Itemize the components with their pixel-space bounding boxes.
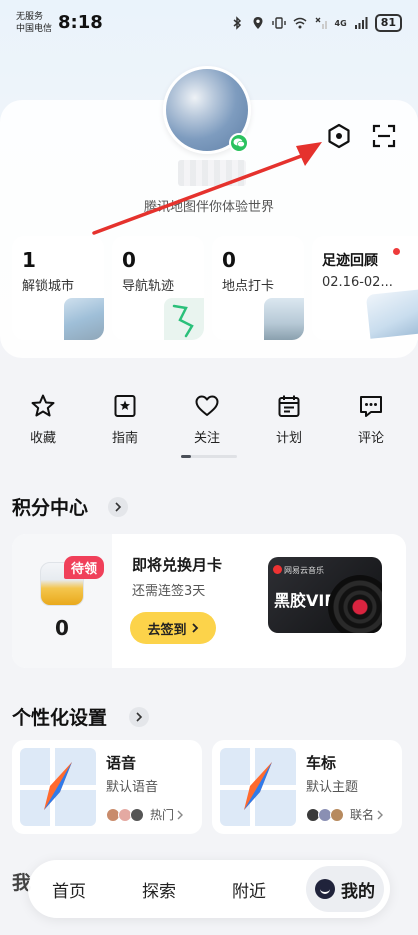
vip-brand: 网易云音乐 (284, 566, 324, 575)
points-jar-panel[interactable]: 待领 0 (12, 534, 112, 668)
bottom-tab-bar: 首页 探索 附近 我的 (28, 860, 390, 918)
footprint-review-card[interactable]: 足迹回顾 02.16-02... (312, 236, 418, 340)
stat-value: 0 (122, 248, 136, 272)
voice-map-thumbnail (20, 748, 96, 826)
status-bar: 无服务 中国电信 8:18 4G 81 (0, 0, 418, 44)
heart-outline-icon (195, 395, 219, 416)
page-indicator (181, 455, 237, 458)
stat-label: 解锁城市 (22, 279, 75, 294)
shortcut-plan[interactable]: 计划 (264, 393, 314, 446)
card-subtitle: 默认语音 (106, 780, 159, 795)
shortcut-label: 计划 (275, 431, 302, 446)
shortcut-comments[interactable]: 评论 (346, 393, 396, 446)
vip-card-image[interactable]: 网易云音乐 黑胶VIP (268, 557, 382, 633)
location-icon (253, 17, 263, 29)
netease-logo-icon (273, 565, 282, 574)
smile-icon (315, 879, 335, 899)
status-time: 8:18 (58, 12, 103, 33)
avatar (130, 807, 144, 822)
vibrate-icon (271, 17, 286, 29)
stat-card-checkins[interactable]: 0 地点打卡 (212, 236, 304, 340)
notification-dot (393, 248, 400, 255)
car-icon-setting-card[interactable]: 车标 默认主题 联名 (212, 740, 402, 834)
username-blurred (178, 160, 246, 186)
points-section-title[interactable]: 积分中心 (12, 493, 88, 520)
footprint-title: 足迹回顾 (322, 253, 378, 269)
tab-mine-label: 我的 (341, 881, 375, 902)
carrier-info: 无服务 中国电信 (16, 11, 52, 35)
stat-label: 地点打卡 (222, 279, 275, 294)
chevron-right-icon (377, 810, 384, 819)
pending-badge: 待领 (64, 556, 105, 579)
footprint-date: 02.16-02... (322, 275, 393, 290)
stat-label: 导航轨迹 (122, 279, 175, 294)
navigation-arrow-icon (244, 762, 272, 810)
calendar-icon (278, 395, 300, 417)
chevron-right-icon (177, 810, 184, 819)
comment-icon (360, 396, 382, 417)
star-outline-icon (31, 394, 55, 417)
shortcut-favorites[interactable]: 收藏 (18, 393, 68, 446)
status-icons: 4G 81 (230, 14, 402, 32)
checkin-thumbnail (264, 298, 304, 340)
points-count: 0 (55, 616, 69, 640)
settings-hexagon-icon[interactable] (325, 122, 353, 150)
shortcut-label: 收藏 (29, 431, 56, 446)
card-subtitle: 默认主题 (306, 780, 359, 795)
card-footer: 联名 (306, 806, 384, 823)
vip-text: 黑胶VIP (274, 591, 337, 610)
chevron-right-icon[interactable] (129, 707, 149, 727)
scan-icon[interactable] (370, 122, 398, 150)
signal-icon (354, 17, 368, 29)
redeem-subtitle: 还需连签3天 (132, 584, 206, 599)
wifi-icon (293, 17, 307, 29)
profile-subtitle: 腾讯地图伴你体验世界 (143, 200, 274, 215)
voice-setting-card[interactable]: 语音 默认语音 热门 (12, 740, 202, 834)
signal-x-icon (315, 17, 327, 29)
carrier-line2: 中国电信 (16, 24, 53, 34)
stat-value: 1 (22, 248, 36, 272)
checkin-button[interactable]: 去签到 (130, 612, 216, 644)
chevron-right-icon (191, 623, 198, 633)
tab-home[interactable]: 首页 (52, 877, 86, 902)
tab-mine[interactable]: 我的 (306, 866, 384, 912)
avatar (330, 807, 344, 822)
checkin-label: 去签到 (147, 622, 187, 638)
city-thumbnail (64, 298, 104, 340)
vinyl-record-icon (328, 575, 382, 633)
card-title: 语音 (106, 754, 137, 772)
shortcut-label: 指南 (111, 431, 138, 446)
card-footer: 热门 (106, 806, 184, 823)
stat-value: 0 (222, 248, 236, 272)
stat-card-cities[interactable]: 1 解锁城市 (12, 236, 104, 340)
bluetooth-icon (233, 16, 241, 30)
stat-card-tracks[interactable]: 0 导航轨迹 (112, 236, 204, 340)
tab-nearby[interactable]: 附近 (232, 877, 266, 902)
carrier-line1: 无服务 (16, 12, 44, 22)
shortcut-label: 关注 (193, 431, 220, 446)
track-thumbnail (164, 298, 204, 340)
points-card: 待领 0 即将兑换月卡 还需连签3天 去签到 网易云音乐 黑胶VIP (12, 534, 406, 668)
guide-book-icon (114, 395, 136, 417)
card-title: 车标 (306, 754, 337, 772)
wechat-icon (229, 133, 249, 153)
card-footer-text: 热门 (150, 808, 175, 822)
newspaper-thumbnail (365, 289, 418, 339)
battery-indicator: 81 (374, 14, 402, 32)
shortcut-guide[interactable]: 指南 (100, 393, 150, 446)
personalization-section-title[interactable]: 个性化设置 (12, 703, 107, 730)
tab-explore[interactable]: 探索 (142, 877, 176, 902)
card-footer-text: 联名 (350, 808, 375, 822)
chevron-right-icon[interactable] (108, 497, 128, 517)
car-map-thumbnail (220, 748, 296, 826)
redeem-title: 即将兑换月卡 (132, 556, 223, 574)
shortcut-label: 评论 (357, 431, 384, 446)
shortcut-follow[interactable]: 关注 (182, 393, 232, 446)
network-type: 4G (334, 18, 347, 28)
navigation-arrow-icon (44, 762, 72, 810)
